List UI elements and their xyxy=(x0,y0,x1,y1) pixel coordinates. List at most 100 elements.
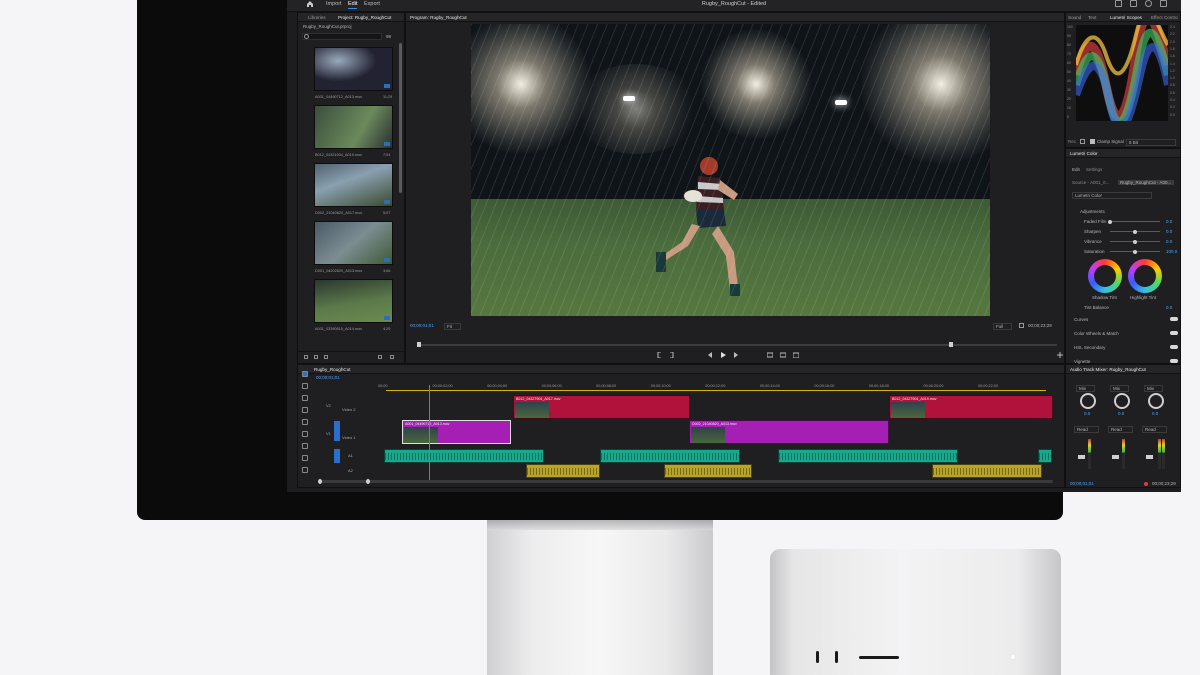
curves-toggle[interactable] xyxy=(1170,317,1178,321)
video-clip[interactable]: B012_04327904_A017.mov xyxy=(513,395,690,419)
project-scrollbar[interactable] xyxy=(399,43,402,193)
play-icon[interactable] xyxy=(720,352,726,358)
track-a1-target[interactable] xyxy=(334,449,340,463)
audio-clip[interactable] xyxy=(664,464,752,478)
program-video-frame[interactable] xyxy=(471,24,990,316)
slider-track[interactable] xyxy=(1110,221,1160,222)
automation-mode-dropdown[interactable]: Read xyxy=(1074,426,1099,433)
workspace-icon[interactable] xyxy=(1115,0,1122,7)
clip-thumbnail[interactable] xyxy=(314,279,393,323)
slider-knob[interactable] xyxy=(1133,240,1137,244)
clip-thumbnail[interactable] xyxy=(314,105,393,149)
extract-icon[interactable] xyxy=(779,352,787,358)
pan-value[interactable]: 0.0 xyxy=(1084,411,1090,416)
timeline-zoom-scrollbar[interactable] xyxy=(318,479,1053,484)
slider-value[interactable]: 0.0 xyxy=(1166,229,1172,234)
type-tool-icon[interactable] xyxy=(302,467,308,473)
audio-clip[interactable] xyxy=(600,449,740,463)
razor-tool-icon[interactable] xyxy=(302,407,308,413)
playhead-handle[interactable] xyxy=(417,342,421,347)
wrench-icon[interactable] xyxy=(1019,323,1024,328)
section-color-wheels[interactable]: Color Wheels & Match xyxy=(1074,331,1119,336)
mixer-fx-dropdown[interactable]: Mix xyxy=(1076,385,1095,392)
video-clip[interactable]: B012_04327904_A019.mov xyxy=(889,395,1053,419)
pan-value[interactable]: 0.0 xyxy=(1118,411,1124,416)
slider-value[interactable]: 0.0 xyxy=(1166,219,1172,224)
trash-icon[interactable] xyxy=(390,355,394,359)
timeline-playhead[interactable] xyxy=(429,385,430,481)
zoom-handle-left[interactable] xyxy=(318,479,322,484)
home-icon[interactable] xyxy=(306,0,314,8)
list-view-icon[interactable] xyxy=(314,355,318,359)
audio-clip[interactable] xyxy=(932,464,1042,478)
mixer-fx-dropdown[interactable]: Mix xyxy=(1144,385,1163,392)
fullscreen-icon[interactable] xyxy=(1160,0,1167,7)
pencil-icon[interactable] xyxy=(304,355,308,359)
rectangle-tool-icon[interactable] xyxy=(302,443,308,449)
quality-dropdown[interactable]: Full xyxy=(993,323,1013,330)
nav-import[interactable]: Import xyxy=(326,1,342,7)
program-scrubber[interactable] xyxy=(417,342,1057,347)
tab-lumetri-scopes[interactable]: Lumetri Scopes xyxy=(1110,15,1142,20)
preset-dropdown[interactable]: Lumetri Color xyxy=(1072,192,1152,199)
track-select-tool-icon[interactable] xyxy=(302,383,308,389)
lift-icon[interactable] xyxy=(766,352,774,358)
program-timecode-in[interactable]: 00;00;01;01 xyxy=(410,323,434,328)
wrench-icon[interactable] xyxy=(1080,139,1085,144)
ruler-work-area[interactable] xyxy=(386,390,1046,391)
hand-tool-icon[interactable] xyxy=(302,455,308,461)
progress-icon[interactable] xyxy=(1145,0,1152,7)
automation-mode-dropdown[interactable]: Read xyxy=(1142,426,1167,433)
project-search-input[interactable] xyxy=(302,33,382,40)
nav-export[interactable]: Export xyxy=(364,1,380,7)
slider-knob[interactable] xyxy=(1108,220,1112,224)
audio-clip[interactable] xyxy=(384,449,544,463)
mixer-fx-dropdown[interactable]: Mix xyxy=(1110,385,1129,392)
volume-fader[interactable] xyxy=(1112,455,1119,459)
tab-program[interactable]: Program: Rugby_RoughCut xyxy=(410,15,467,20)
video-clip[interactable]: A001_04490715_A013.mov xyxy=(402,420,511,444)
tab-libraries[interactable]: Libraries xyxy=(308,15,326,20)
tab-sound[interactable]: Sound xyxy=(1068,15,1081,20)
volume-fader[interactable] xyxy=(1078,455,1085,459)
clip-thumbnail[interactable] xyxy=(314,221,393,265)
scrubber-end-handle[interactable] xyxy=(949,342,953,347)
new-item-icon[interactable] xyxy=(378,355,382,359)
step-forward-icon[interactable] xyxy=(733,352,739,358)
bit-depth-dropdown[interactable]: 8 Bit xyxy=(1126,139,1176,146)
tab-text[interactable]: Text xyxy=(1088,15,1096,20)
tab-sequence[interactable]: Rugby_RoughCut xyxy=(314,367,351,372)
highlight-tint-wheel[interactable] xyxy=(1128,259,1162,293)
pan-value[interactable]: 0.0 xyxy=(1152,411,1158,416)
tint-balance-value[interactable]: 0.0 xyxy=(1166,305,1172,310)
zoom-handle-right[interactable] xyxy=(366,479,370,484)
fit-dropdown[interactable]: Fit xyxy=(444,323,461,330)
slider-value[interactable]: 0.0 xyxy=(1166,239,1172,244)
step-back-icon[interactable] xyxy=(707,352,713,358)
section-curves[interactable]: Curves xyxy=(1074,317,1088,322)
video-clip[interactable]: D002_21040820_A013.mov xyxy=(689,420,889,444)
nav-edit[interactable]: Edit xyxy=(348,1,358,9)
camera-icon[interactable] xyxy=(792,352,800,359)
hsl-toggle[interactable] xyxy=(1170,345,1178,349)
pan-knob[interactable] xyxy=(1080,393,1096,409)
clip-thumbnail[interactable] xyxy=(314,47,393,91)
clamp-signal-checkbox[interactable] xyxy=(1090,139,1095,144)
audio-clip[interactable] xyxy=(778,449,958,463)
source-selector[interactable]: Source - A001_0... xyxy=(1072,180,1116,185)
pan-knob[interactable] xyxy=(1148,393,1164,409)
mixer-timecode-in[interactable]: 00;00;01;01 xyxy=(1070,481,1094,486)
shadow-tint-wheel[interactable] xyxy=(1088,259,1122,293)
add-button-icon[interactable] xyxy=(1057,352,1063,358)
mark-in-icon[interactable] xyxy=(657,351,663,359)
sequence-selector[interactable]: Rugby_RoughCut - A00... xyxy=(1118,180,1174,185)
slider-knob[interactable] xyxy=(1133,250,1137,254)
section-hsl[interactable]: HSL Secondary xyxy=(1074,345,1105,350)
timeline-timecode[interactable]: 00;00;01;01 xyxy=(316,375,340,380)
tab-lumetri-color[interactable]: Lumetri Color xyxy=(1070,151,1098,156)
tab-effect-controls[interactable]: Effect Contro xyxy=(1151,15,1178,20)
record-icon[interactable] xyxy=(1144,482,1148,486)
vignette-toggle[interactable] xyxy=(1170,359,1178,363)
track-v1-target[interactable] xyxy=(334,421,340,441)
slider-knob[interactable] xyxy=(1133,230,1137,234)
